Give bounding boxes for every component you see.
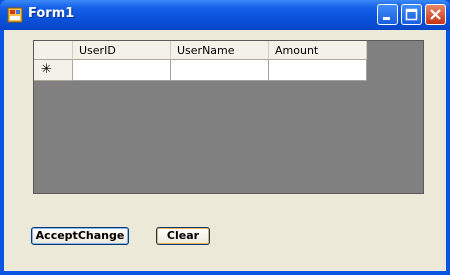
- grid-corner-header[interactable]: [34, 41, 73, 60]
- column-header-amount[interactable]: Amount: [269, 41, 367, 60]
- maximize-icon: [405, 8, 418, 21]
- window-title: Form1: [28, 6, 75, 21]
- data-grid[interactable]: UserID UserName Amount ✳: [33, 40, 424, 194]
- new-row-userid-cell[interactable]: [73, 60, 171, 81]
- main-window: Form1 UserID UserName Amount ✳ AcceptCha…: [0, 0, 450, 275]
- app-icon: [7, 7, 23, 23]
- accept-change-button[interactable]: AcceptChange: [31, 227, 129, 245]
- form-client-area: UserID UserName Amount ✳ AcceptChange Cl…: [4, 30, 446, 271]
- minimize-icon: [383, 17, 390, 20]
- close-button[interactable]: [425, 4, 446, 25]
- new-row-amount-cell[interactable]: [269, 60, 367, 81]
- new-row-header[interactable]: ✳: [34, 60, 73, 81]
- minimize-button[interactable]: [377, 4, 398, 25]
- new-row-username-cell[interactable]: [171, 60, 269, 81]
- title-bar[interactable]: Form1: [0, 0, 450, 30]
- column-header-username[interactable]: UserName: [171, 41, 269, 60]
- maximize-button[interactable]: [401, 4, 422, 25]
- close-icon: [430, 9, 441, 20]
- clear-button[interactable]: Clear: [156, 227, 210, 245]
- column-header-userid[interactable]: UserID: [73, 41, 171, 60]
